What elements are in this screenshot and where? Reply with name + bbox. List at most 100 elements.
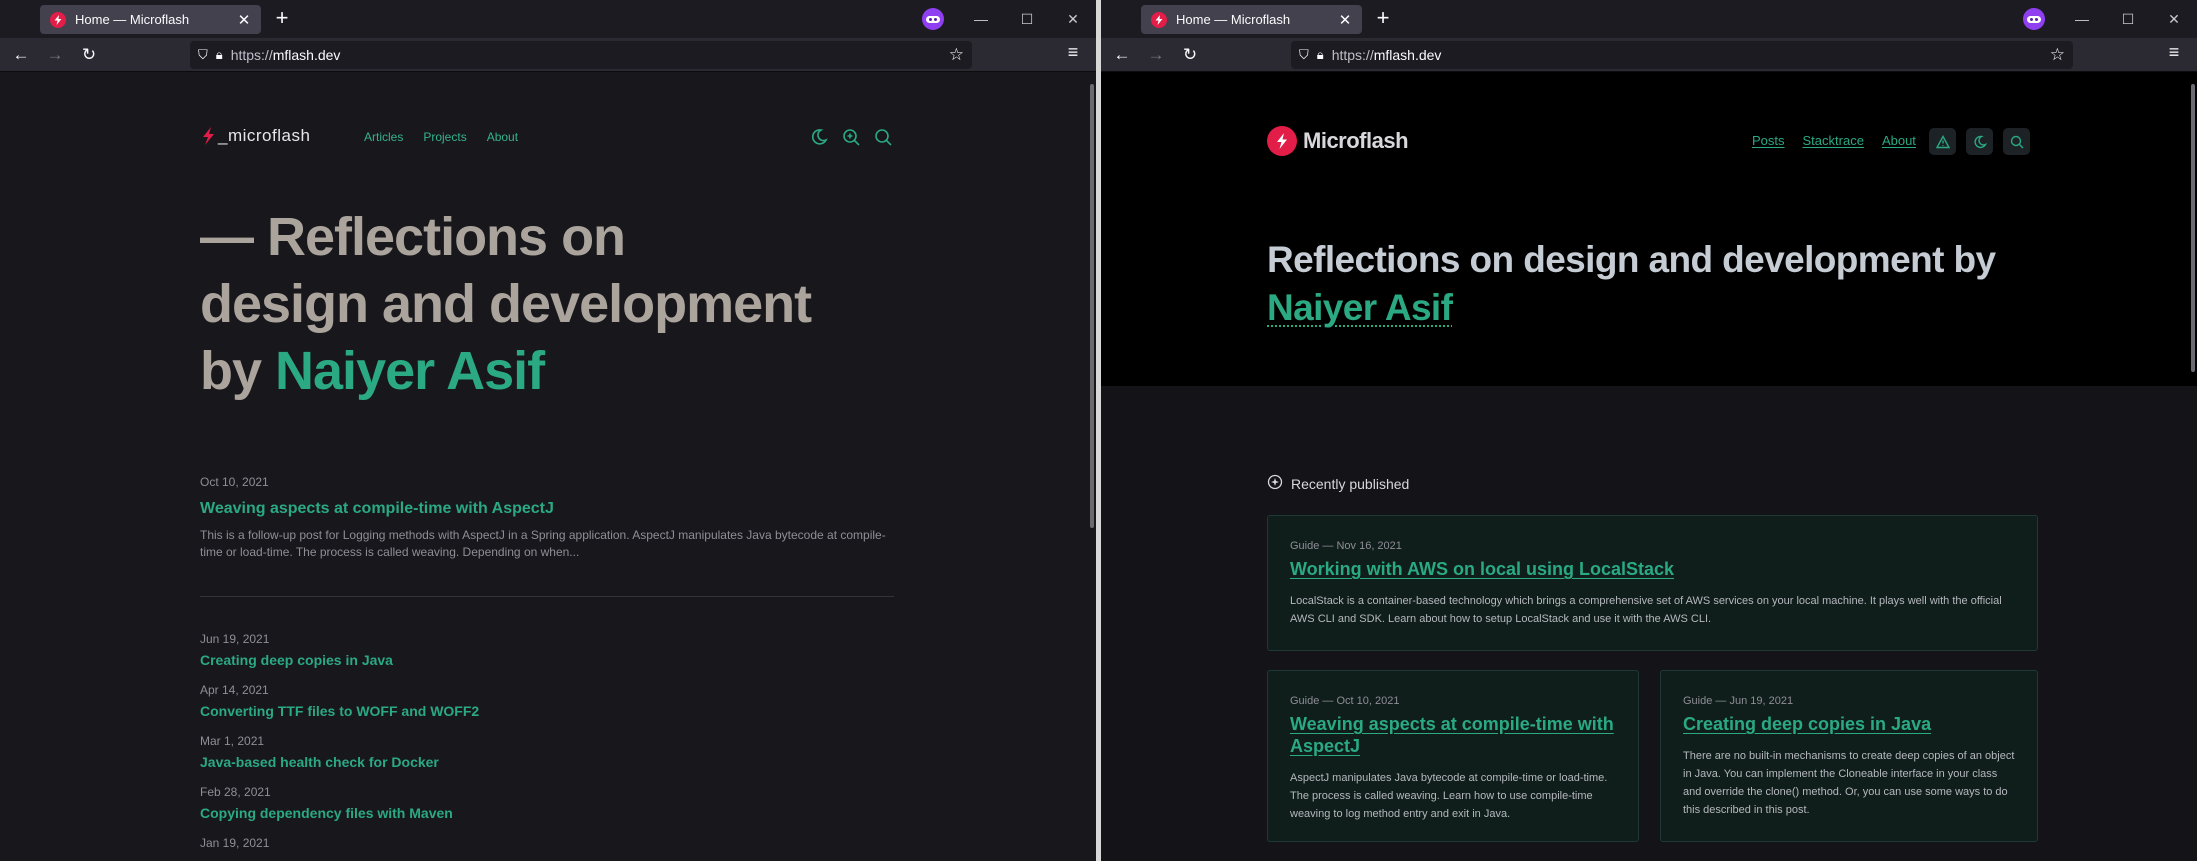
tab-title: Home — Microflash xyxy=(75,12,190,27)
browser-window-left: Home — Microflash ✕ + — ☐ ✕ ← → ↻ ⛉ 🔒︎ h… xyxy=(0,0,1096,861)
warning-triangle-icon[interactable] xyxy=(1929,128,1956,155)
featured-post-title[interactable]: Weaving aspects at compile-time with Asp… xyxy=(200,500,554,518)
minimize-button[interactable]: — xyxy=(2069,6,2095,32)
site-logo[interactable]: _microflash xyxy=(200,126,310,146)
page-content: _microflash Articles Projects About — Re… xyxy=(0,72,1096,861)
menu-button[interactable]: ≡ xyxy=(2161,42,2187,63)
post-title[interactable]: Weaving aspects at compile-time with Asp… xyxy=(1290,713,1616,757)
logo-text: _microflash xyxy=(218,126,311,145)
post-title[interactable]: Creating deep copies in Java xyxy=(1683,713,2015,735)
back-button[interactable]: ← xyxy=(1109,42,1135,68)
post-excerpt: LocalStack is a container-based technolo… xyxy=(1290,595,2002,625)
close-window-button[interactable]: ✕ xyxy=(1060,6,1086,32)
bookmark-star-icon[interactable]: ☆ xyxy=(2050,45,2065,65)
zoom-in-icon[interactable] xyxy=(842,128,860,146)
nav-link-posts[interactable]: Posts xyxy=(1752,133,1785,148)
site-logo[interactable]: Microflash xyxy=(1267,126,1409,156)
maximize-button[interactable]: ☐ xyxy=(1014,6,1040,32)
scrollbar[interactable] xyxy=(1090,84,1094,528)
reload-button[interactable]: ↻ xyxy=(76,42,102,68)
post-meta: Guide — Nov 16, 2021 xyxy=(1290,540,1402,552)
moon-icon[interactable] xyxy=(810,128,828,146)
search-icon[interactable] xyxy=(874,128,892,146)
nav-link-articles[interactable]: Articles xyxy=(364,130,403,144)
browser-tab[interactable]: Home — Microflash ✕ xyxy=(40,5,261,34)
sparkle-icon xyxy=(1267,474,1283,493)
post-title[interactable]: Converting TTF files to WOFF and WOFF2 xyxy=(200,703,479,719)
url-text[interactable]: https://mflash.dev xyxy=(231,47,341,63)
author-name[interactable]: Naiyer Asif xyxy=(1267,287,1453,328)
bolt-icon xyxy=(203,127,214,145)
list-item: Feb 28, 2021 Copying dependency files wi… xyxy=(200,785,453,821)
post-meta: Guide — Oct 10, 2021 xyxy=(1290,695,1400,707)
scrollbar[interactable] xyxy=(2191,84,2195,372)
forward-button[interactable]: → xyxy=(1143,42,1169,68)
site-nav: Articles Projects About xyxy=(364,130,518,144)
post-date: Jan 19, 2021 xyxy=(200,836,270,850)
featured-post-excerpt: This is a follow-up post for Logging met… xyxy=(200,528,886,559)
post-card[interactable]: Guide — Oct 10, 2021 Weaving aspects at … xyxy=(1267,670,1639,842)
list-item: Mar 1, 2021 Java-based health check for … xyxy=(200,734,439,770)
bolt-icon xyxy=(1267,126,1297,156)
site-actions xyxy=(1929,128,2030,155)
new-tab-button[interactable]: + xyxy=(270,7,294,31)
url-text[interactable]: https://mflash.dev xyxy=(1332,47,1442,63)
tab-strip: Home — Microflash ✕ + — ☐ ✕ xyxy=(1101,0,2197,38)
shield-icon[interactable]: ⛉ xyxy=(198,47,208,63)
post-date: Jun 19, 2021 xyxy=(200,632,270,646)
address-bar[interactable]: ⛉ 🔒︎ https://mflash.dev ☆ xyxy=(1291,41,2073,69)
logo-text: Microflash xyxy=(1303,128,1409,153)
bookmark-star-icon[interactable]: ☆ xyxy=(949,45,964,65)
browser-tab[interactable]: Home — Microflash ✕ xyxy=(1141,5,1362,34)
lock-icon[interactable]: 🔒︎ xyxy=(1317,47,1324,63)
post-date: Mar 1, 2021 xyxy=(200,734,265,748)
new-tab-button[interactable]: + xyxy=(1371,7,1395,31)
site-actions xyxy=(810,128,892,146)
post-title[interactable]: Working with AWS on local using LocalSta… xyxy=(1290,558,2015,580)
nav-link-about[interactable]: About xyxy=(487,130,518,144)
private-mask-icon xyxy=(2023,8,2045,30)
list-item: Jun 19, 2021 Creating deep copies in Jav… xyxy=(200,632,393,668)
close-tab-icon[interactable]: ✕ xyxy=(1336,11,1354,29)
back-button[interactable]: ← xyxy=(8,42,34,68)
reload-button[interactable]: ↻ xyxy=(1177,42,1203,68)
site-nav: Posts Stacktrace About xyxy=(1752,133,1916,148)
author-name[interactable]: Naiyer Asif xyxy=(275,341,545,401)
nav-link-about[interactable]: About xyxy=(1882,133,1916,148)
tab-title: Home — Microflash xyxy=(1176,12,1291,27)
nav-toolbar: ← → ↻ ⛉ 🔒︎ https://mflash.dev ☆ ≡ xyxy=(0,38,1096,72)
minimize-button[interactable]: — xyxy=(968,6,994,32)
hero-heading: Reflections on design and development by… xyxy=(1267,239,1996,328)
hero-heading: — Reflections on design and development … xyxy=(200,204,840,405)
list-item: Jan 19, 2021 xyxy=(200,836,269,850)
close-window-button[interactable]: ✕ xyxy=(2161,6,2187,32)
microflash-favicon-icon xyxy=(1151,11,1167,28)
hero-line: — Reflections on xyxy=(200,207,626,267)
menu-button[interactable]: ≡ xyxy=(1060,42,1086,63)
nav-link-stacktrace[interactable]: Stacktrace xyxy=(1803,133,1864,148)
post-title[interactable]: Java-based health check for Docker xyxy=(200,754,439,770)
close-tab-icon[interactable]: ✕ xyxy=(235,11,253,29)
forward-button[interactable]: → xyxy=(42,42,68,68)
divider xyxy=(200,596,894,597)
post-excerpt: AspectJ manipulates Java bytecode at com… xyxy=(1290,772,1608,820)
post-title[interactable]: Copying dependency files with Maven xyxy=(200,805,453,821)
address-bar[interactable]: ⛉ 🔒︎ https://mflash.dev ☆ xyxy=(190,41,972,69)
maximize-button[interactable]: ☐ xyxy=(2115,6,2141,32)
microflash-favicon-icon xyxy=(50,11,66,28)
page-content: Microflash Posts Stacktrace About Reflec… xyxy=(1101,72,2197,861)
recently-published-heading: Recently published xyxy=(1267,474,1409,493)
post-card[interactable]: Guide — Nov 16, 2021 Working with AWS on… xyxy=(1267,515,2038,651)
private-mask-icon xyxy=(922,8,944,30)
post-meta: Guide — Jun 19, 2021 xyxy=(1683,695,1794,707)
post-card[interactable]: Guide — Jun 19, 2021 Creating deep copie… xyxy=(1660,670,2038,842)
post-title[interactable]: Creating deep copies in Java xyxy=(200,652,393,668)
search-icon[interactable] xyxy=(2003,128,2030,155)
lock-icon[interactable]: 🔒︎ xyxy=(216,47,223,63)
browser-window-right: Home — Microflash ✕ + — ☐ ✕ ← → ↻ ⛉ 🔒︎ h… xyxy=(1101,0,2197,861)
moon-icon[interactable] xyxy=(1966,128,1993,155)
post-excerpt: There are no built-in mechanisms to crea… xyxy=(1683,750,2015,816)
hero-band xyxy=(1101,72,2197,386)
nav-link-projects[interactable]: Projects xyxy=(423,130,466,144)
shield-icon[interactable]: ⛉ xyxy=(1299,47,1309,63)
